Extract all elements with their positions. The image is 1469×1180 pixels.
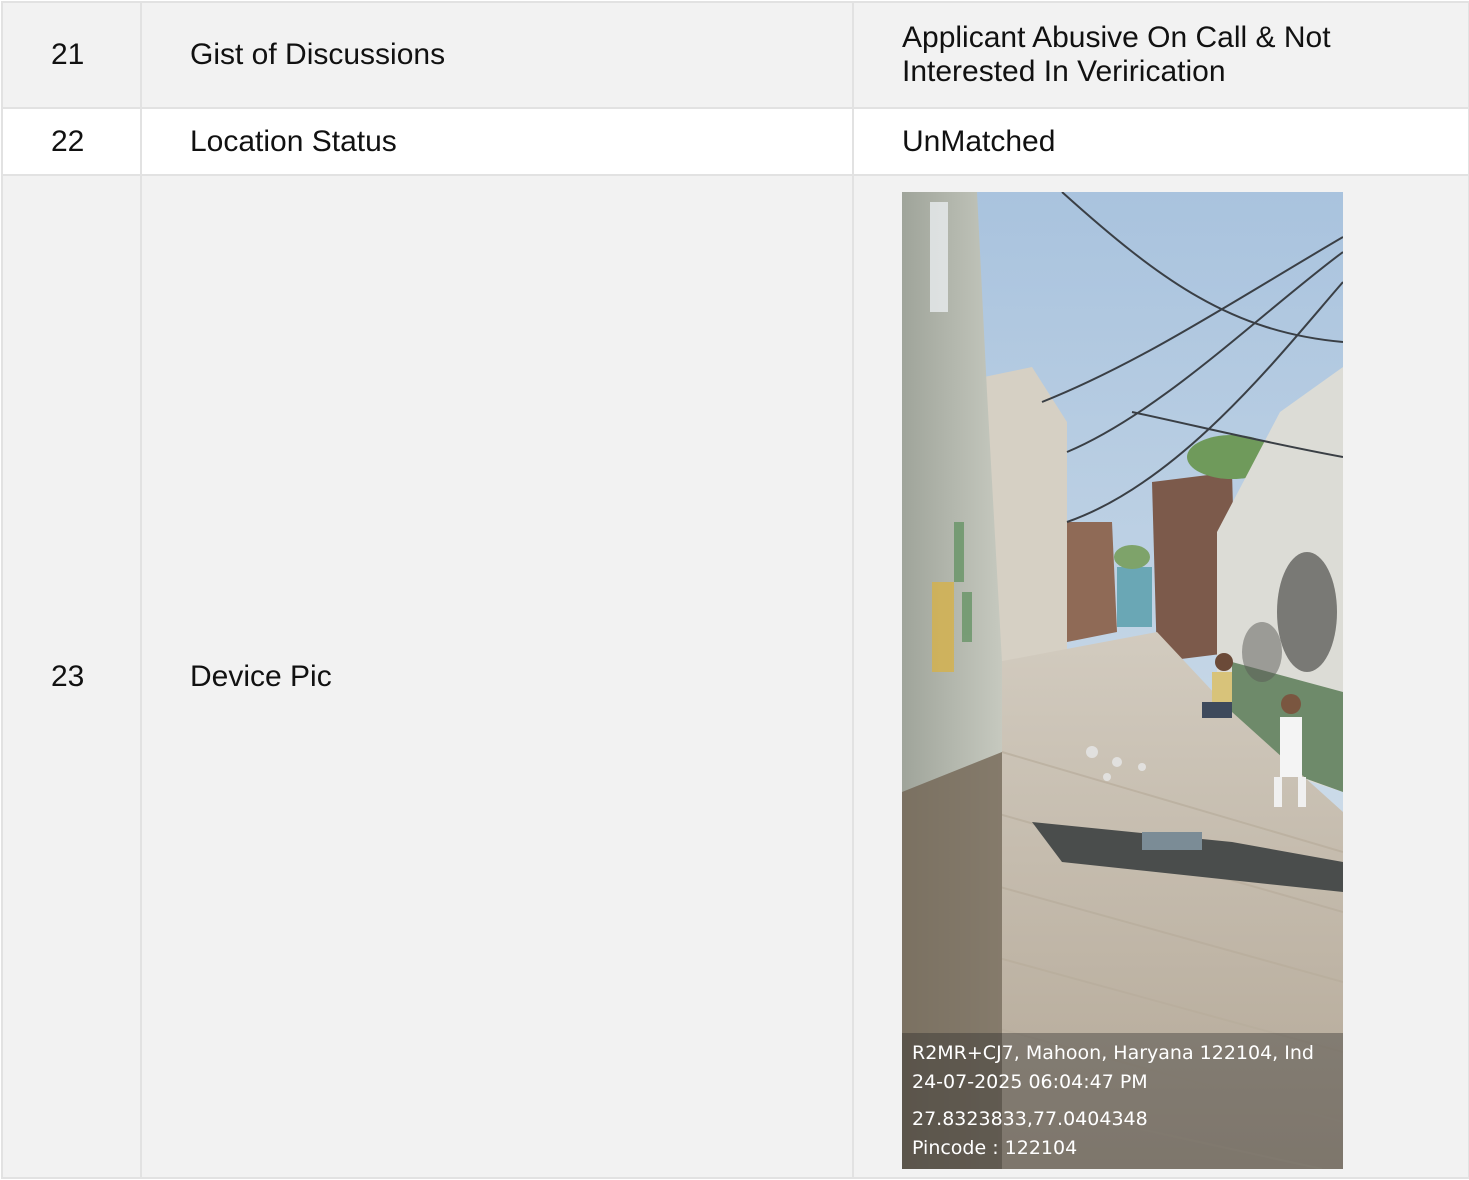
location-status-value: UnMatched	[852, 107, 1469, 176]
overlay-address: R2MR+CJ7, Mahoon, Haryana 122104, Ind	[912, 1042, 1314, 1064]
overlay-coordinates: 27.8323833,77.0404348	[912, 1108, 1148, 1130]
overlay-datetime: 24-07-2025 06:04:47 PM	[912, 1071, 1148, 1093]
field-value: Applicant Abusive On Call & Not Interest…	[852, 1, 1469, 109]
verification-report-table: 21 Gist of Discussions Applicant Abusive…	[1, 1, 1469, 1179]
field-label: Location Status	[140, 107, 854, 176]
overlay-pincode: Pincode : 122104	[912, 1137, 1078, 1159]
geo-tag-overlay: R2MR+CJ7, Mahoon, Haryana 122104, Ind 24…	[902, 1033, 1343, 1169]
table-row: 22 Location Status UnMatched	[1, 107, 1469, 176]
street-photo-illustration	[902, 192, 1343, 1169]
row-number: 21	[1, 1, 142, 109]
table-row: 23 Device Pic R2MR+CJ7, Mahoon, Haryana …	[1, 174, 1469, 1179]
field-label: Gist of Discussions	[140, 1, 854, 109]
row-number: 22	[1, 107, 142, 176]
table-row: 21 Gist of Discussions Applicant Abusive…	[1, 1, 1469, 109]
field-label: Device Pic	[140, 174, 854, 1179]
row-number: 23	[1, 174, 142, 1179]
device-pic-cell: R2MR+CJ7, Mahoon, Haryana 122104, Ind 24…	[852, 174, 1469, 1179]
device-photo: R2MR+CJ7, Mahoon, Haryana 122104, Ind 24…	[902, 192, 1343, 1169]
